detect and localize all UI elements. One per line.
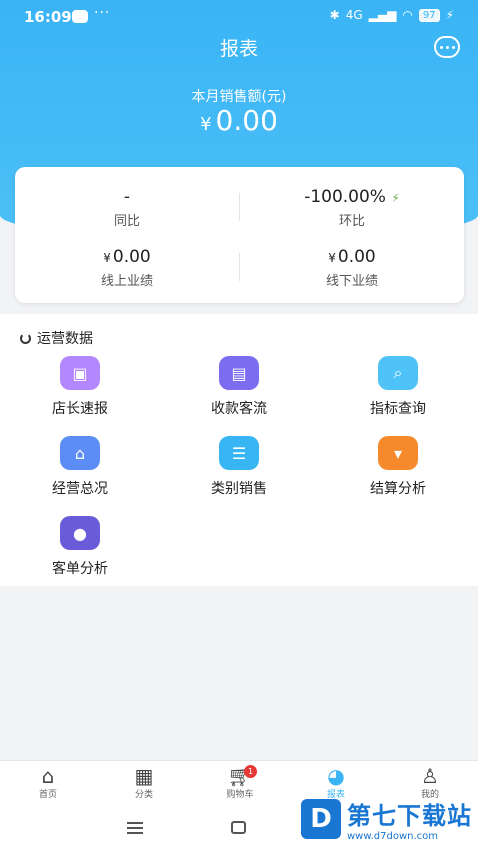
cart-icon: 🛒︎ [227, 764, 253, 788]
tile-settlement-analysis[interactable]: ▾ 结算分析 [318, 436, 478, 498]
battery-icon: 97 [418, 8, 440, 22]
customer-icon: ● [60, 516, 100, 550]
yoy-value: - [123, 187, 131, 207]
bluetooth-icon: ✱ [329, 8, 340, 22]
tile-customer-analysis[interactable]: ● 客单分析 [0, 516, 160, 578]
tile-category-sales[interactable]: ☰ 类别销售 [159, 436, 319, 498]
mom-stat: -100.00% ⚡ 环比 [240, 187, 464, 229]
charging-icon: ⚡ [445, 8, 454, 22]
cashier-icon: ▤ [219, 356, 259, 390]
tile-store-report[interactable]: ▣ 店长速报 [0, 356, 160, 418]
tile-label: 客单分析 [52, 561, 108, 577]
offline-stat: ¥0.00 线下业绩 [240, 247, 464, 289]
cart-badge: 1 [244, 765, 257, 778]
section-title-label: 运营数据 [37, 331, 93, 347]
tile-label: 经营总况 [52, 481, 108, 497]
offline-value: 0.00 [337, 247, 376, 267]
tile-label: 类别销售 [211, 481, 267, 497]
status-time: 16:09 [24, 8, 72, 26]
tab-label: 分类 [134, 790, 153, 800]
tab-report[interactable]: ◕ 报表 [288, 764, 384, 800]
watermark-logo: D [301, 799, 341, 839]
tab-mine[interactable]: ♙ 我的 [382, 764, 478, 800]
status-icons: ✱ 4G ▂▄▆ ◠ 97 ⚡ [330, 8, 454, 22]
monthly-sales-value: ¥0.00 [0, 104, 478, 137]
tile-business-overview[interactable]: ⌂ 经营总况 [0, 436, 160, 498]
home-icon: ⌂ [41, 764, 55, 788]
signal-label: 4G [345, 8, 363, 22]
more-notifications-icon: ··· [94, 5, 111, 21]
section-title: 运营数据 [20, 328, 93, 348]
yoy-label: 同比 [113, 214, 140, 229]
watermark-text: 第七下载站 www.d7down.com [347, 796, 472, 842]
online-stat: ¥0.00 线上业绩 [15, 247, 239, 289]
tab-category[interactable]: ▦ 分类 [96, 764, 192, 800]
tile-label: 结算分析 [370, 481, 426, 497]
summary-card: - 同比 -100.00% ⚡ 环比 ¥0.00 线上业绩 ¥0.00 线下业绩 [15, 167, 464, 303]
chat-bubble-icon[interactable] [434, 36, 460, 58]
tile-label: 指标查询 [370, 401, 426, 417]
index-search-icon: ⌕ [378, 356, 418, 390]
currency-symbol: ¥ [200, 114, 212, 135]
tab-label: 购物车 [226, 790, 254, 800]
wifi-icon: ◠ [402, 8, 413, 22]
tab-label: 首页 [38, 790, 57, 800]
tile-label: 收款客流 [211, 401, 267, 417]
tile-index-query[interactable]: ⌕ 指标查询 [318, 356, 478, 418]
report-image-icon: ▣ [60, 356, 100, 390]
currency-symbol: ¥ [328, 251, 336, 265]
tile-label: 店长速报 [52, 401, 108, 417]
yoy-stat: - 同比 [15, 187, 239, 229]
online-label: 线上业绩 [100, 274, 153, 289]
operations-section: 运营数据 ▣ 店长速报 ▤ 收款客流 ⌕ 指标查询 ⌂ 经营总况 ☰ 类别销售 … [0, 314, 478, 586]
mom-label: 环比 [338, 214, 365, 229]
watermark: D 第七下载站 www.d7down.com [301, 796, 472, 842]
report-icon: ◕ [327, 764, 345, 788]
tile-cashier-traffic[interactable]: ▤ 收款客流 [159, 356, 319, 418]
online-value: 0.00 [112, 247, 151, 267]
status-bar: 16:09 ··· ✱ 4G ▂▄▆ ◠ 97 ⚡ [0, 0, 478, 34]
refresh-circle-icon [20, 332, 31, 344]
wechat-icon [72, 10, 88, 23]
tab-home[interactable]: ⌂ 首页 [0, 764, 96, 800]
menu-icon[interactable] [127, 822, 143, 834]
offline-label: 线下业绩 [325, 274, 378, 289]
home-square-icon[interactable] [231, 821, 246, 834]
list-icon: ☰ [219, 436, 259, 470]
store-icon: ⌂ [60, 436, 100, 470]
currency-symbol: ¥ [103, 251, 111, 265]
tab-cart[interactable]: 🛒︎ 1 购物车 [192, 764, 288, 800]
page-title: 报表 [219, 38, 258, 60]
watermark-url: www.d7down.com [347, 831, 439, 842]
monthly-sales-amount: 0.00 [215, 104, 278, 137]
user-icon: ♙ [421, 764, 439, 788]
lightning-icon: ⚡ [391, 191, 400, 205]
wallet-icon: ▾ [378, 436, 418, 470]
grid-icon: ▦ [134, 764, 154, 788]
watermark-title: 第七下载站 [347, 802, 472, 830]
monthly-sales-label: 本月销售额(元) [191, 89, 287, 105]
signal-icon: ▂▄▆ [368, 8, 397, 22]
mom-value: -100.00% [304, 187, 386, 207]
